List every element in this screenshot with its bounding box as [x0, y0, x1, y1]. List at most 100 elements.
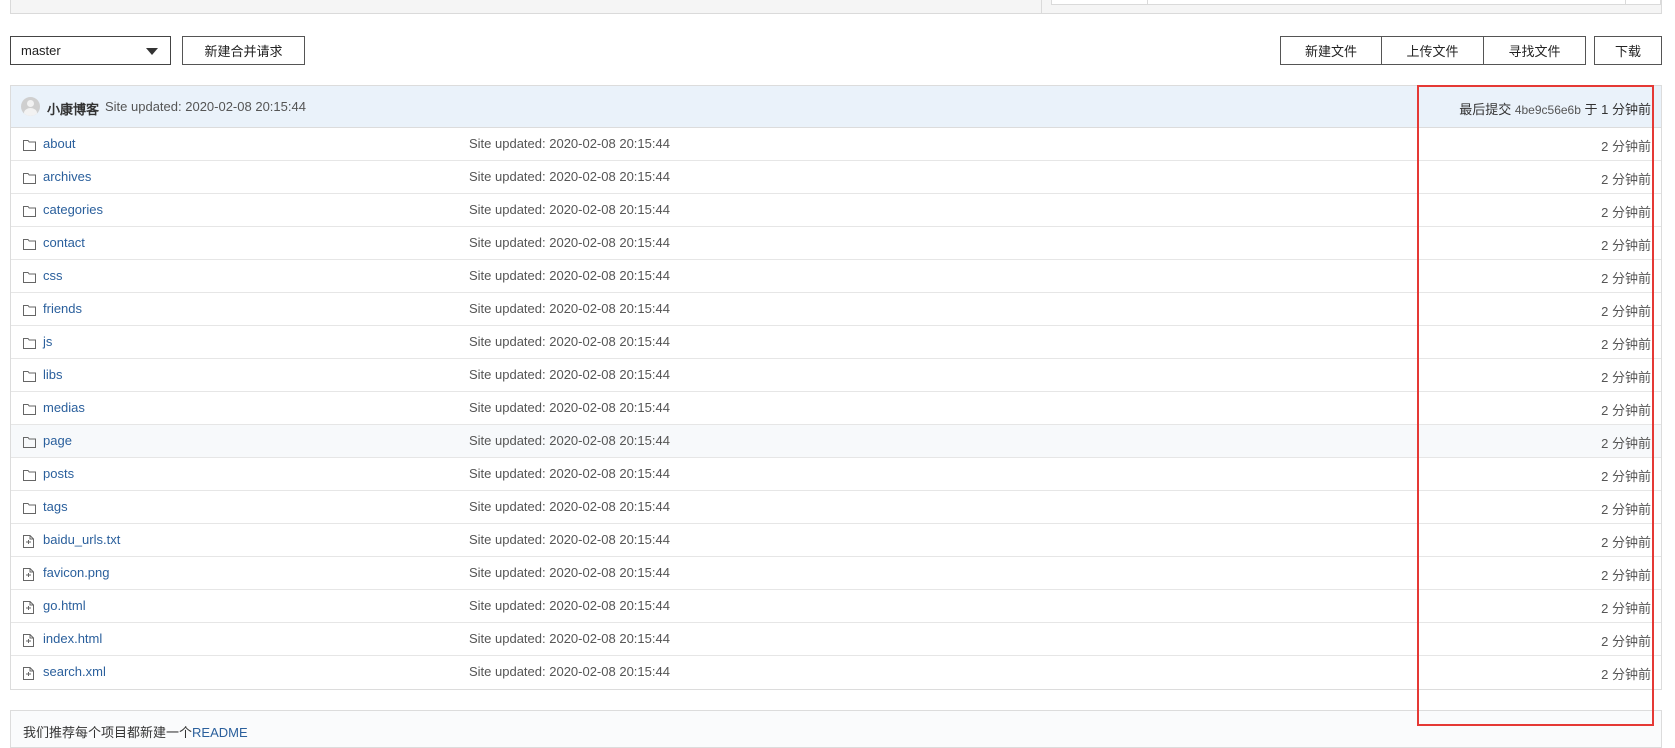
branch-select[interactable]: master: [10, 36, 171, 65]
file-name-link[interactable]: tags: [43, 499, 68, 514]
new-pull-request-button[interactable]: 新建合并请求: [182, 36, 305, 65]
file-commit-time: 2 分钟前: [1601, 568, 1651, 583]
file-commit-message[interactable]: Site updated: 2020-02-08 20:15:44: [469, 433, 670, 448]
file-icon: [23, 601, 36, 614]
file-commit-message[interactable]: Site updated: 2020-02-08 20:15:44: [469, 334, 670, 349]
file-name-link[interactable]: page: [43, 433, 72, 448]
file-row[interactable]: baidu_urls.txt Site updated: 2020-02-08 2…: [11, 524, 1661, 557]
file-row[interactable]: categories Site updated: 2020-02-08 20:15…: [11, 194, 1661, 227]
file-commit-time: 2 分钟前: [1601, 403, 1651, 418]
file-row[interactable]: archives Site updated: 2020-02-08 20:15:4…: [11, 161, 1661, 194]
folder-icon: [23, 403, 36, 415]
file-commit-message[interactable]: Site updated: 2020-02-08 20:15:44: [469, 565, 670, 580]
folder-icon: [23, 337, 36, 349]
branch-name: master: [21, 43, 61, 58]
file-row[interactable]: tags Site updated: 2020-02-08 20:15:44 2 分…: [11, 491, 1661, 524]
folder-icon: [23, 238, 36, 250]
file-commit-time: 2 分钟前: [1601, 172, 1651, 187]
file-row[interactable]: posts Site updated: 2020-02-08 20:15:44 2 …: [11, 458, 1661, 491]
file-commit-time: 2 分钟前: [1601, 370, 1651, 385]
file-commit-message[interactable]: Site updated: 2020-02-08 20:15:44: [469, 466, 670, 481]
file-row[interactable]: friends Site updated: 2020-02-08 20:15:44…: [11, 293, 1661, 326]
file-row[interactable]: libs Site updated: 2020-02-08 20:15:44 2 分…: [11, 359, 1661, 392]
file-row[interactable]: search.xml Site updated: 2020-02-08 20:15…: [11, 656, 1661, 689]
file-commit-time: 2 分钟前: [1601, 667, 1651, 682]
repo-toolbar: master 新建合并请求 新建文件 上传文件 寻找文件 下载: [10, 36, 1662, 66]
file-name-link[interactable]: css: [43, 268, 63, 283]
commit-message[interactable]: Site updated: 2020-02-08 20:15:44: [105, 99, 306, 114]
file-commit-time: 2 分钟前: [1601, 535, 1651, 550]
file-commit-time: 2 分钟前: [1601, 238, 1651, 253]
file-row[interactable]: contact Site updated: 2020-02-08 20:15:44…: [11, 227, 1661, 260]
file-commit-time: 2 分钟前: [1601, 601, 1651, 616]
file-row[interactable]: medias Site updated: 2020-02-08 20:15:44 2…: [11, 392, 1661, 425]
file-name-link[interactable]: contact: [43, 235, 85, 250]
file-icon: [23, 667, 36, 680]
file-commit-message[interactable]: Site updated: 2020-02-08 20:15:44: [469, 664, 670, 679]
file-commit-message[interactable]: Site updated: 2020-02-08 20:15:44: [469, 301, 670, 316]
file-commit-message[interactable]: Site updated: 2020-02-08 20:15:44: [469, 235, 670, 250]
file-commit-time: 2 分钟前: [1601, 436, 1651, 451]
commit-author[interactable]: 小康博客: [47, 99, 99, 118]
avatar[interactable]: [21, 97, 40, 116]
folder-icon: [23, 502, 36, 514]
file-row[interactable]: js Site updated: 2020-02-08 20:15:44 2 分钟前: [11, 326, 1661, 359]
folder-icon: [23, 370, 36, 382]
file-commit-message[interactable]: Site updated: 2020-02-08 20:15:44: [469, 202, 670, 217]
readme-link[interactable]: README: [192, 725, 248, 740]
file-commit-time: 2 分钟前: [1601, 271, 1651, 286]
readme-notice: 我们推荐每个项目都新建一个README: [10, 710, 1662, 748]
file-name-link[interactable]: archives: [43, 169, 91, 184]
folder-icon: [23, 436, 36, 448]
last-commit-prefix: 最后提交: [1459, 102, 1512, 117]
file-actions-group: 新建文件 上传文件 寻找文件: [1280, 36, 1586, 65]
file-name-link[interactable]: posts: [43, 466, 74, 481]
folder-icon: [23, 139, 36, 151]
download-button[interactable]: 下载: [1594, 36, 1662, 65]
readme-text: 我们推荐每个项目都新建一个: [23, 725, 193, 740]
file-name-link[interactable]: about: [43, 136, 76, 151]
folder-icon: [23, 469, 36, 481]
folder-icon: [23, 205, 36, 217]
file-name-link[interactable]: favicon.png: [43, 565, 110, 580]
find-file-button[interactable]: 寻找文件: [1483, 36, 1586, 65]
file-commit-message[interactable]: Site updated: 2020-02-08 20:15:44: [469, 367, 670, 382]
last-commit-suffix: 于 1 分钟前: [1584, 102, 1651, 117]
file-list: 小康博客 Site updated: 2020-02-08 20:15:44 最…: [10, 85, 1662, 690]
file-icon: [23, 535, 36, 548]
file-commit-message[interactable]: Site updated: 2020-02-08 20:15:44: [469, 136, 670, 151]
file-commit-time: 2 分钟前: [1601, 205, 1651, 220]
file-name-link[interactable]: baidu_urls.txt: [43, 532, 120, 547]
file-name-link[interactable]: go.html: [43, 598, 86, 613]
file-row[interactable]: about Site updated: 2020-02-08 20:15:44 2 …: [11, 128, 1661, 161]
file-rows: about Site updated: 2020-02-08 20:15:44 2 …: [11, 128, 1661, 689]
file-commit-message[interactable]: Site updated: 2020-02-08 20:15:44: [469, 169, 670, 184]
file-commit-message[interactable]: Site updated: 2020-02-08 20:15:44: [469, 532, 670, 547]
commit-sha[interactable]: 4be9c56e6b: [1515, 103, 1581, 117]
file-row[interactable]: page Site updated: 2020-02-08 20:15:44 2 分…: [11, 425, 1661, 458]
file-name-link[interactable]: libs: [43, 367, 63, 382]
caret-down-icon: [146, 48, 158, 55]
file-name-link[interactable]: index.html: [43, 631, 102, 646]
file-commit-time: 2 分钟前: [1601, 469, 1651, 484]
new-file-button[interactable]: 新建文件: [1280, 36, 1382, 65]
file-row[interactable]: index.html Site updated: 2020-02-08 20:15…: [11, 623, 1661, 656]
file-name-link[interactable]: medias: [43, 400, 85, 415]
file-row[interactable]: favicon.png Site updated: 2020-02-08 20:1…: [11, 557, 1661, 590]
upload-file-button[interactable]: 上传文件: [1381, 36, 1484, 65]
file-commit-message[interactable]: Site updated: 2020-02-08 20:15:44: [469, 598, 670, 613]
file-commit-message[interactable]: Site updated: 2020-02-08 20:15:44: [469, 631, 670, 646]
file-name-link[interactable]: categories: [43, 202, 103, 217]
file-name-link[interactable]: friends: [43, 301, 82, 316]
file-commit-message[interactable]: Site updated: 2020-02-08 20:15:44: [469, 268, 670, 283]
file-commit-message[interactable]: Site updated: 2020-02-08 20:15:44: [469, 499, 670, 514]
file-icon: [23, 568, 36, 581]
file-row[interactable]: go.html Site updated: 2020-02-08 20:15:44…: [11, 590, 1661, 623]
file-name-link[interactable]: search.xml: [43, 664, 106, 679]
file-commit-time: 2 分钟前: [1601, 304, 1651, 319]
folder-icon: [23, 271, 36, 283]
folder-icon: [23, 304, 36, 316]
file-commit-message[interactable]: Site updated: 2020-02-08 20:15:44: [469, 400, 670, 415]
file-row[interactable]: css Site updated: 2020-02-08 20:15:44 2 分钟…: [11, 260, 1661, 293]
file-name-link[interactable]: js: [43, 334, 52, 349]
